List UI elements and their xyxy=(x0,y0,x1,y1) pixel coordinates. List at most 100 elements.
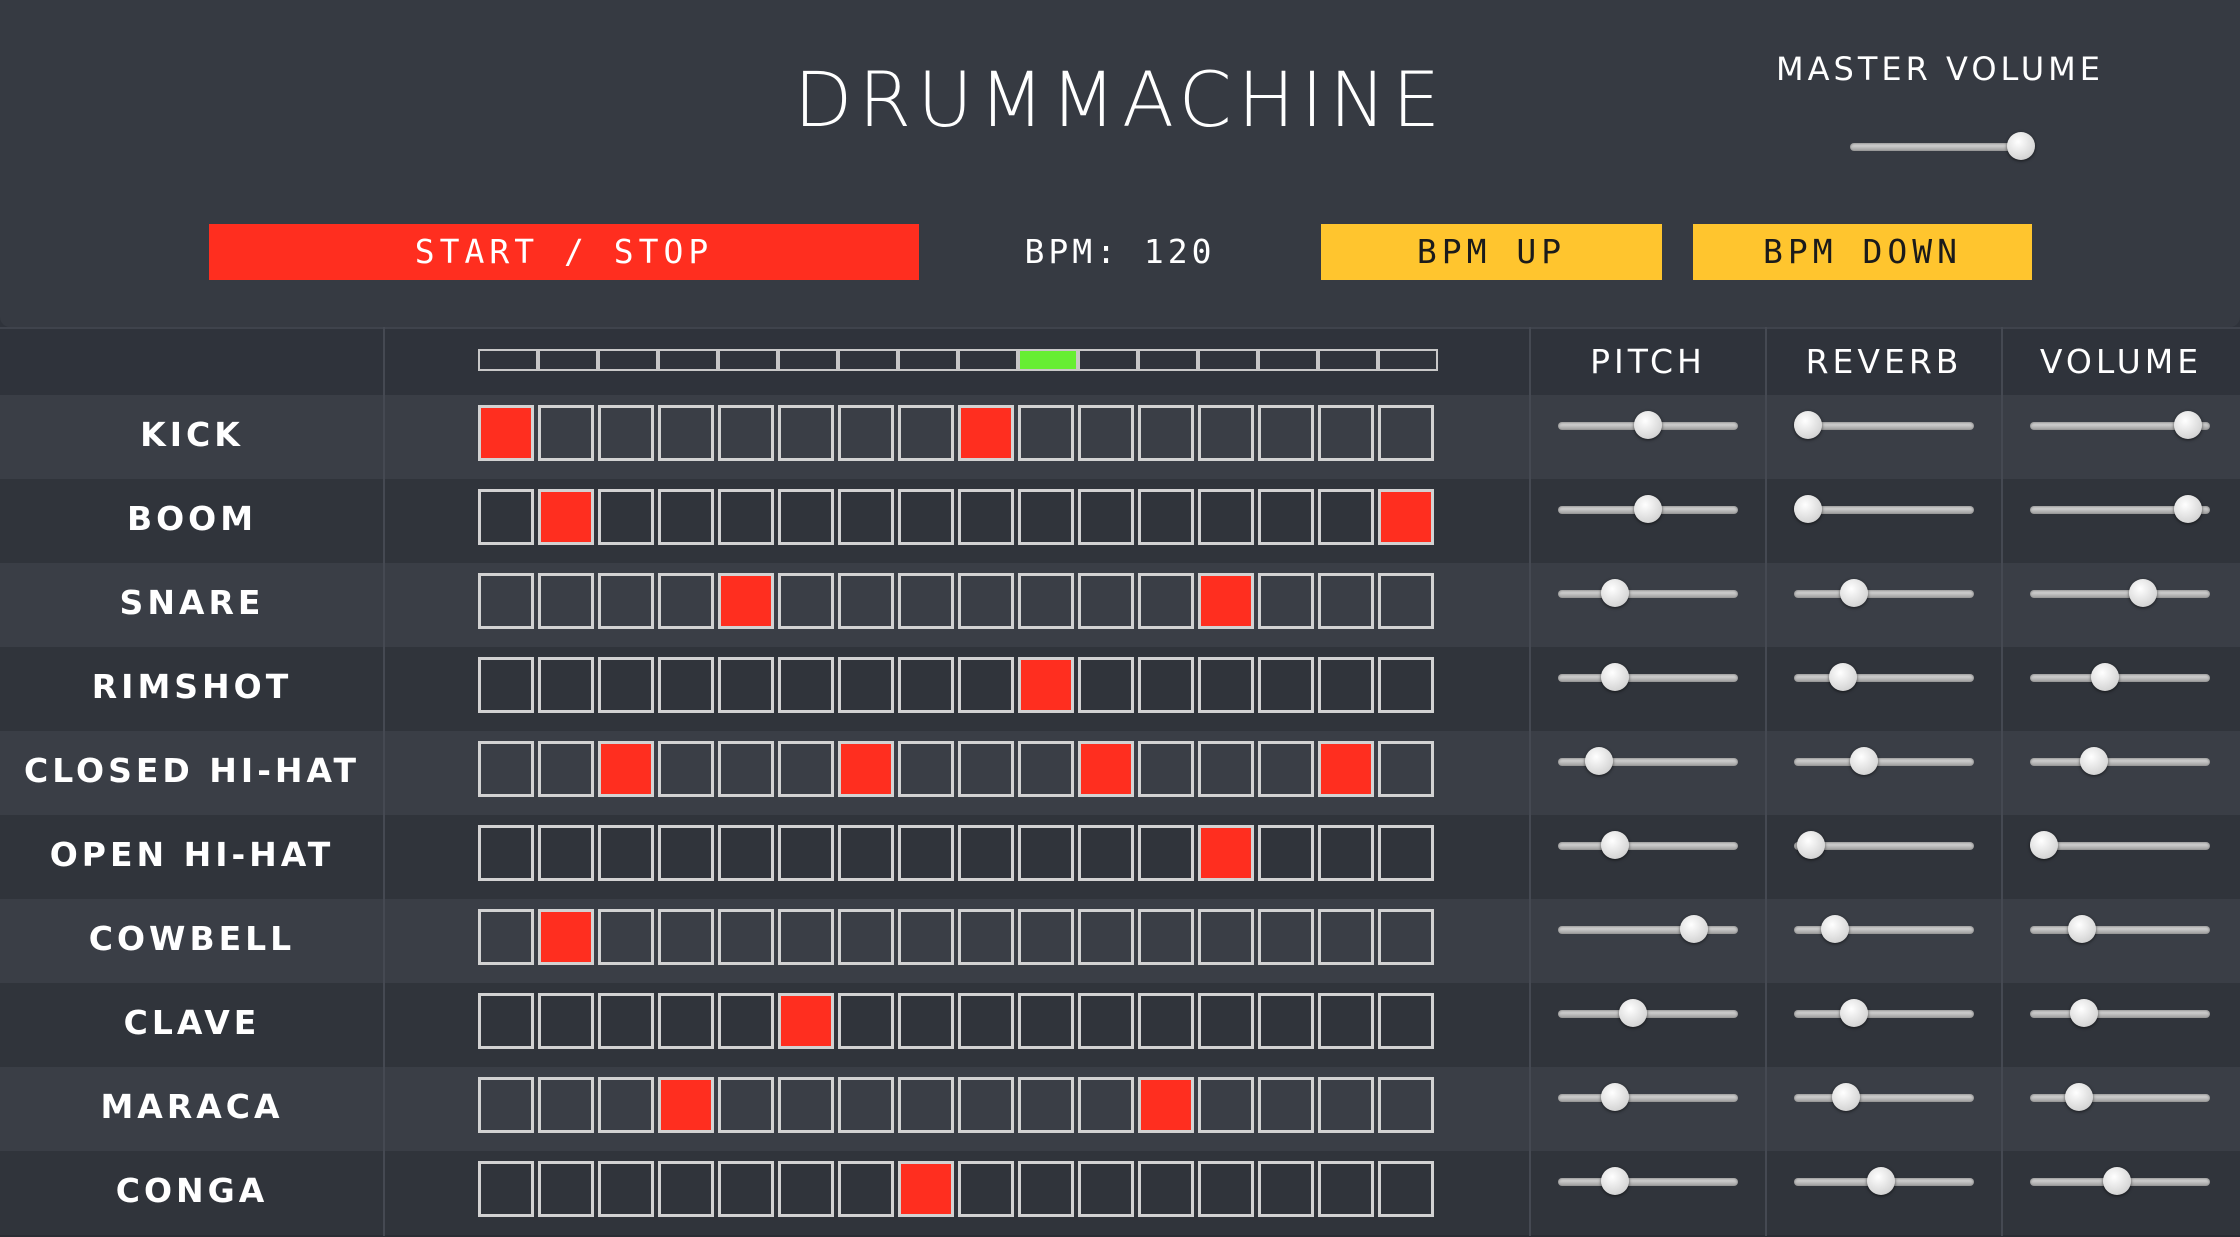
step-cell[interactable] xyxy=(898,825,954,881)
step-cell[interactable] xyxy=(1138,489,1194,545)
step-cell[interactable] xyxy=(1018,1161,1074,1217)
step-cell[interactable] xyxy=(1378,657,1434,713)
volume-slider-thumb[interactable] xyxy=(2174,495,2203,523)
reverb-slider[interactable] xyxy=(1794,831,1974,859)
step-cell[interactable] xyxy=(1318,405,1374,461)
volume-slider-thumb[interactable] xyxy=(2030,831,2058,859)
step-cell[interactable] xyxy=(1018,405,1074,461)
step-cell[interactable] xyxy=(1318,1161,1374,1217)
step-cell[interactable] xyxy=(658,1161,714,1217)
step-cell[interactable] xyxy=(958,1161,1014,1217)
step-cell-on[interactable] xyxy=(838,741,894,797)
step-cell[interactable] xyxy=(1258,741,1314,797)
step-cell[interactable] xyxy=(838,1077,894,1133)
step-cell[interactable] xyxy=(1078,405,1134,461)
step-cell[interactable] xyxy=(778,909,834,965)
step-cell[interactable] xyxy=(778,405,834,461)
pitch-slider-thumb[interactable] xyxy=(1600,831,1629,859)
volume-slider[interactable] xyxy=(2030,663,2210,691)
step-cell-on[interactable] xyxy=(1138,1077,1194,1133)
step-cell[interactable] xyxy=(1198,909,1254,965)
step-cell[interactable] xyxy=(1018,909,1074,965)
pitch-slider[interactable] xyxy=(1558,831,1738,859)
step-cell[interactable] xyxy=(1258,1077,1314,1133)
pitch-slider-thumb[interactable] xyxy=(1634,411,1662,439)
reverb-slider[interactable] xyxy=(1794,663,1974,691)
step-cell[interactable] xyxy=(1078,993,1134,1049)
step-cell[interactable] xyxy=(538,657,594,713)
step-cell[interactable] xyxy=(478,573,534,629)
step-cell[interactable] xyxy=(718,1161,774,1217)
step-cell[interactable] xyxy=(1378,1077,1434,1133)
bpm-down-button[interactable]: BPM DOWN xyxy=(1693,224,2032,280)
step-cell[interactable] xyxy=(1198,741,1254,797)
step-cell[interactable] xyxy=(1318,573,1374,629)
reverb-slider-thumb[interactable] xyxy=(1794,495,1822,523)
step-cell[interactable] xyxy=(538,1161,594,1217)
volume-slider-thumb[interactable] xyxy=(2080,747,2109,775)
step-cell[interactable] xyxy=(1018,573,1074,629)
step-cell[interactable] xyxy=(1318,1077,1374,1133)
step-cell[interactable] xyxy=(658,657,714,713)
step-cell[interactable] xyxy=(838,489,894,545)
step-cell[interactable] xyxy=(898,489,954,545)
step-cell[interactable] xyxy=(1078,825,1134,881)
step-cell[interactable] xyxy=(1318,657,1374,713)
step-cell-on[interactable] xyxy=(898,1161,954,1217)
step-cell[interactable] xyxy=(598,1161,654,1217)
step-cell[interactable] xyxy=(1198,993,1254,1049)
bpm-up-button[interactable]: BPM UP xyxy=(1321,224,1662,280)
step-cell[interactable] xyxy=(1318,489,1374,545)
step-cell[interactable] xyxy=(1078,657,1134,713)
step-cell-on[interactable] xyxy=(538,909,594,965)
step-cell[interactable] xyxy=(1258,825,1314,881)
step-cell[interactable] xyxy=(1258,489,1314,545)
step-cell[interactable] xyxy=(838,573,894,629)
step-cell-on[interactable] xyxy=(718,573,774,629)
step-cell[interactable] xyxy=(718,909,774,965)
step-cell[interactable] xyxy=(538,573,594,629)
volume-slider[interactable] xyxy=(2030,831,2210,859)
reverb-slider-thumb[interactable] xyxy=(1828,663,1857,691)
step-cell-on[interactable] xyxy=(1198,573,1254,629)
start-stop-button[interactable]: START / STOP xyxy=(209,224,919,280)
step-cell[interactable] xyxy=(658,405,714,461)
reverb-slider-thumb[interactable] xyxy=(1839,579,1868,607)
reverb-slider-thumb[interactable] xyxy=(1832,1083,1860,1111)
step-cell[interactable] xyxy=(898,909,954,965)
pitch-slider-thumb[interactable] xyxy=(1600,579,1629,607)
step-cell[interactable] xyxy=(598,657,654,713)
step-cell[interactable] xyxy=(898,993,954,1049)
step-cell[interactable] xyxy=(1138,657,1194,713)
step-cell[interactable] xyxy=(598,573,654,629)
step-cell[interactable] xyxy=(478,741,534,797)
step-cell[interactable] xyxy=(958,489,1014,545)
step-cell[interactable] xyxy=(1138,825,1194,881)
step-cell[interactable] xyxy=(838,405,894,461)
volume-slider-thumb[interactable] xyxy=(2174,411,2203,439)
step-cell[interactable] xyxy=(538,825,594,881)
reverb-slider-thumb[interactable] xyxy=(1794,411,1822,439)
step-cell[interactable] xyxy=(1018,489,1074,545)
step-cell[interactable] xyxy=(838,993,894,1049)
pitch-slider[interactable] xyxy=(1558,915,1738,943)
reverb-slider[interactable] xyxy=(1794,411,1974,439)
step-cell-on[interactable] xyxy=(778,993,834,1049)
step-cell[interactable] xyxy=(1378,825,1434,881)
step-cell[interactable] xyxy=(718,489,774,545)
step-cell[interactable] xyxy=(838,825,894,881)
step-cell[interactable] xyxy=(958,909,1014,965)
step-cell[interactable] xyxy=(1138,741,1194,797)
step-cell[interactable] xyxy=(1198,1161,1254,1217)
step-cell[interactable] xyxy=(1378,909,1434,965)
step-cell-on[interactable] xyxy=(538,489,594,545)
step-cell[interactable] xyxy=(598,993,654,1049)
step-cell[interactable] xyxy=(718,993,774,1049)
step-cell[interactable] xyxy=(1258,405,1314,461)
step-cell-on[interactable] xyxy=(658,1077,714,1133)
reverb-slider-thumb[interactable] xyxy=(1850,747,1879,775)
master-volume-slider[interactable] xyxy=(1850,132,2035,160)
step-cell[interactable] xyxy=(1138,1161,1194,1217)
step-cell[interactable] xyxy=(1258,573,1314,629)
pitch-slider[interactable] xyxy=(1558,1167,1738,1195)
